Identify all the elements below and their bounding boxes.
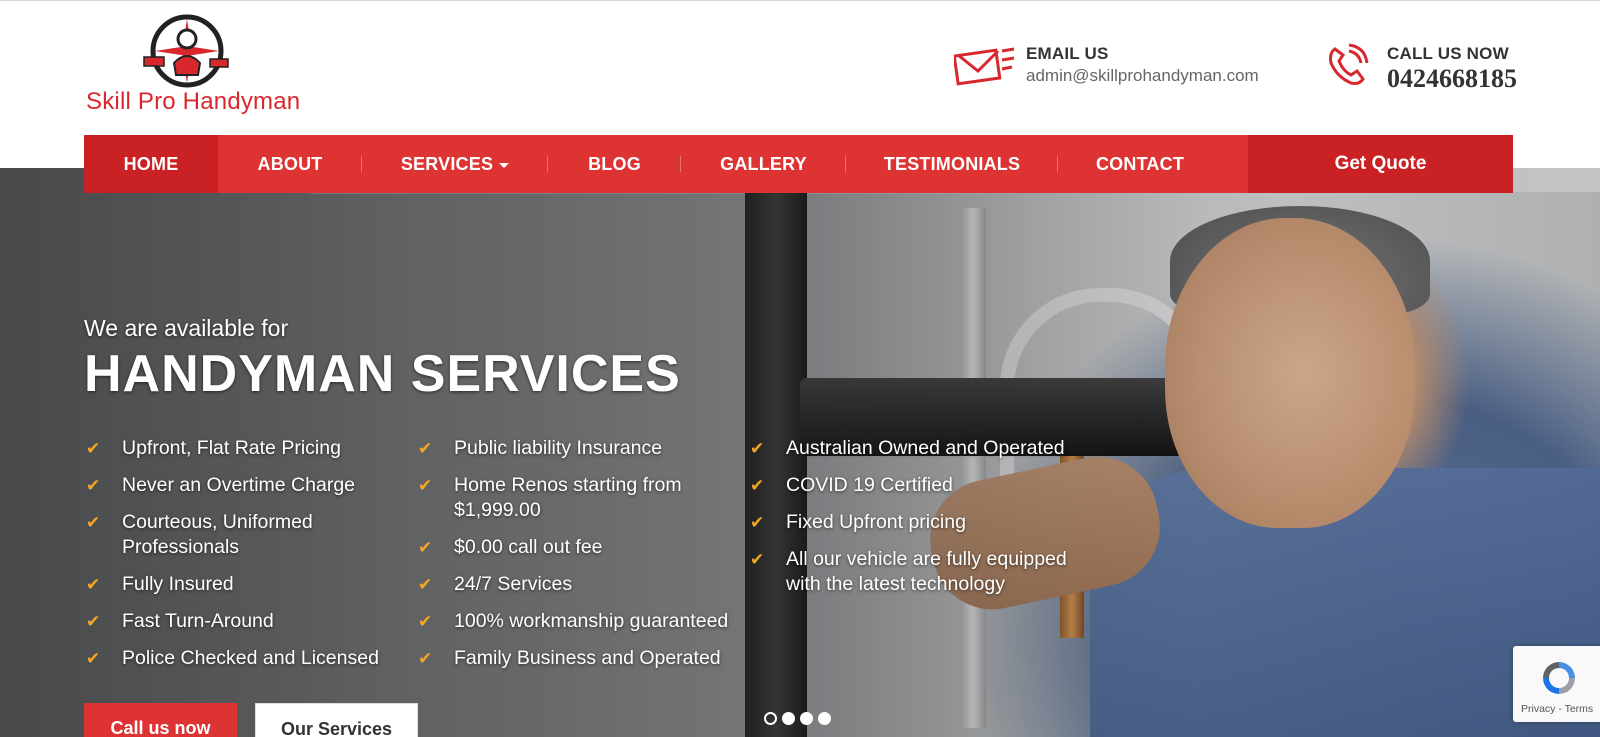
feature-text: Home Renos starting from $1,999.00 [454, 474, 682, 521]
feature-text: Fast Turn-Around [122, 610, 274, 632]
feature-item: ✔ 100% workmanship guaranteed [416, 609, 748, 634]
get-quote-button[interactable]: Get Quote [1248, 135, 1513, 193]
feature-item: ✔ Fast Turn-Around [84, 609, 416, 634]
feature-item: ✔ Home Renos starting from $1,999.00 [416, 473, 748, 523]
slider-dot[interactable] [818, 712, 831, 725]
hero-slider: We are available for HANDYMAN SERVICES ✔… [0, 168, 1600, 737]
feature-text: COVID 19 Certified [786, 474, 953, 496]
check-icon: ✔ [418, 649, 433, 668]
feature-text: $0.00 call out fee [454, 536, 603, 558]
feature-list: ✔ Upfront, Flat Rate Pricing ✔ Never an Ov… [84, 436, 1088, 683]
check-icon: ✔ [418, 476, 433, 495]
feature-text: Family Business and Operated [454, 647, 721, 669]
nav-item-label: BLOG [588, 153, 641, 174]
nav-item-label: CONTACT [1095, 153, 1185, 174]
feature-text: Public liability Insurance [454, 437, 663, 459]
nav-item-label: TESTIMONIALS [883, 153, 1021, 174]
nav-item-about[interactable]: ABOUT [218, 135, 362, 193]
feature-text: Fully Insured [122, 573, 234, 595]
check-icon: ✔ [86, 649, 101, 668]
check-icon: ✔ [418, 439, 433, 458]
phone-contact[interactable]: CALL US NOW 0424668185 [1325, 43, 1517, 93]
check-icon: ✔ [418, 612, 433, 631]
hero-buttons: Call us now Our Services [84, 703, 418, 737]
feature-text: Police Checked and Licensed [122, 647, 379, 669]
feature-column: ✔ Upfront, Flat Rate Pricing ✔ Never an Ov… [84, 436, 416, 683]
check-icon: ✔ [86, 476, 101, 495]
check-icon: ✔ [750, 476, 765, 495]
nav-item-contact[interactable]: CONTACT [1058, 135, 1222, 193]
feature-item: ✔ Courteous, Uniformed Professionals [84, 510, 416, 560]
nav-item-blog[interactable]: BLOG [548, 135, 681, 193]
check-icon: ✔ [750, 550, 765, 569]
nav-item-label: HOME [123, 153, 179, 174]
feature-item: ✔ Public liability Insurance [416, 436, 748, 461]
check-icon: ✔ [86, 575, 101, 594]
feature-item: ✔ Fixed Upfront pricing [748, 510, 1088, 535]
logo-text: Skill Pro Handyman [86, 88, 301, 115]
phone-icon [1325, 43, 1377, 93]
slider-dot[interactable] [800, 712, 813, 725]
feature-item: ✔ COVID 19 Certified [748, 473, 1088, 498]
feature-text: Never an Overtime Charge [122, 474, 356, 496]
slider-dot[interactable] [764, 712, 777, 725]
email-title: EMAIL US [1026, 44, 1109, 63]
phone-title: CALL US NOW [1387, 44, 1509, 63]
check-icon: ✔ [86, 439, 101, 458]
feature-column: ✔ Australian Owned and Operated ✔ COVID 19… [748, 436, 1088, 683]
hero-content: We are available for HANDYMAN SERVICES ✔… [84, 168, 1084, 737]
feature-item: ✔ All our vehicle are fully equipped with… [748, 547, 1088, 597]
recaptcha-badge[interactable]: Privacy - Terms [1513, 646, 1600, 722]
check-icon: ✔ [750, 439, 765, 458]
feature-item: ✔ 24/7 Services [416, 572, 748, 597]
feature-item: ✔ Upfront, Flat Rate Pricing [84, 436, 416, 461]
our-services-button[interactable]: Our Services [255, 703, 418, 737]
nav-item-label: GALLERY [720, 153, 807, 174]
nav-item-label: ABOUT [257, 153, 323, 174]
call-us-now-button[interactable]: Call us now [84, 703, 237, 737]
nav-item-home[interactable]: HOME [84, 135, 218, 193]
hero-title: HANDYMAN SERVICES [84, 345, 681, 403]
check-icon: ✔ [750, 513, 765, 532]
recaptcha-links[interactable]: Privacy - Terms [1521, 703, 1593, 715]
check-icon: ✔ [418, 575, 433, 594]
feature-item: ✔ Fully Insured [84, 572, 416, 597]
handyman-logo-icon [143, 14, 229, 88]
main-nav: HOME ABOUT SERVICES BLOG GALLERY TESTIMO… [84, 135, 1513, 193]
envelope-icon [954, 43, 1016, 93]
feature-text: 100% workmanship guaranteed [454, 610, 729, 632]
slider-dot[interactable] [782, 712, 795, 725]
phone-number[interactable]: 0424668185 [1387, 65, 1517, 93]
check-icon: ✔ [418, 538, 433, 557]
feature-text: Fixed Upfront pricing [786, 511, 966, 533]
nav-item-testimonials[interactable]: TESTIMONIALS [846, 135, 1058, 193]
nav-item-label: SERVICES [400, 153, 494, 174]
email-contact[interactable]: EMAIL US admin@skillprohandyman.com [954, 43, 1259, 93]
nav-item-services[interactable]: SERVICES [362, 135, 548, 193]
nav-item-gallery[interactable]: GALLERY [681, 135, 846, 193]
feature-text: Upfront, Flat Rate Pricing [122, 437, 341, 459]
feature-text: Courteous, Uniformed Professionals [122, 511, 313, 558]
feature-item: ✔ Never an Overtime Charge [84, 473, 416, 498]
caret-down-icon [499, 162, 510, 168]
feature-item: ✔ Police Checked and Licensed [84, 646, 416, 671]
hero-subtitle: We are available for [84, 315, 289, 341]
feature-column: ✔ Public liability Insurance ✔ Home Renos … [416, 436, 748, 683]
feature-text: All our vehicle are fully equipped with … [786, 548, 1067, 595]
feature-text: Australian Owned and Operated [786, 437, 1065, 459]
email-address[interactable]: admin@skillprohandyman.com [1026, 65, 1259, 87]
logo[interactable]: Skill Pro Handyman [84, 9, 301, 119]
slider-dots [764, 712, 836, 725]
check-icon: ✔ [86, 612, 101, 631]
feature-item: ✔ Family Business and Operated [416, 646, 748, 671]
recaptcha-icon [1543, 662, 1575, 694]
feature-item: ✔ $0.00 call out fee [416, 535, 748, 560]
feature-item: ✔ Australian Owned and Operated [748, 436, 1088, 461]
check-icon: ✔ [86, 513, 101, 532]
feature-text: 24/7 Services [454, 573, 573, 595]
